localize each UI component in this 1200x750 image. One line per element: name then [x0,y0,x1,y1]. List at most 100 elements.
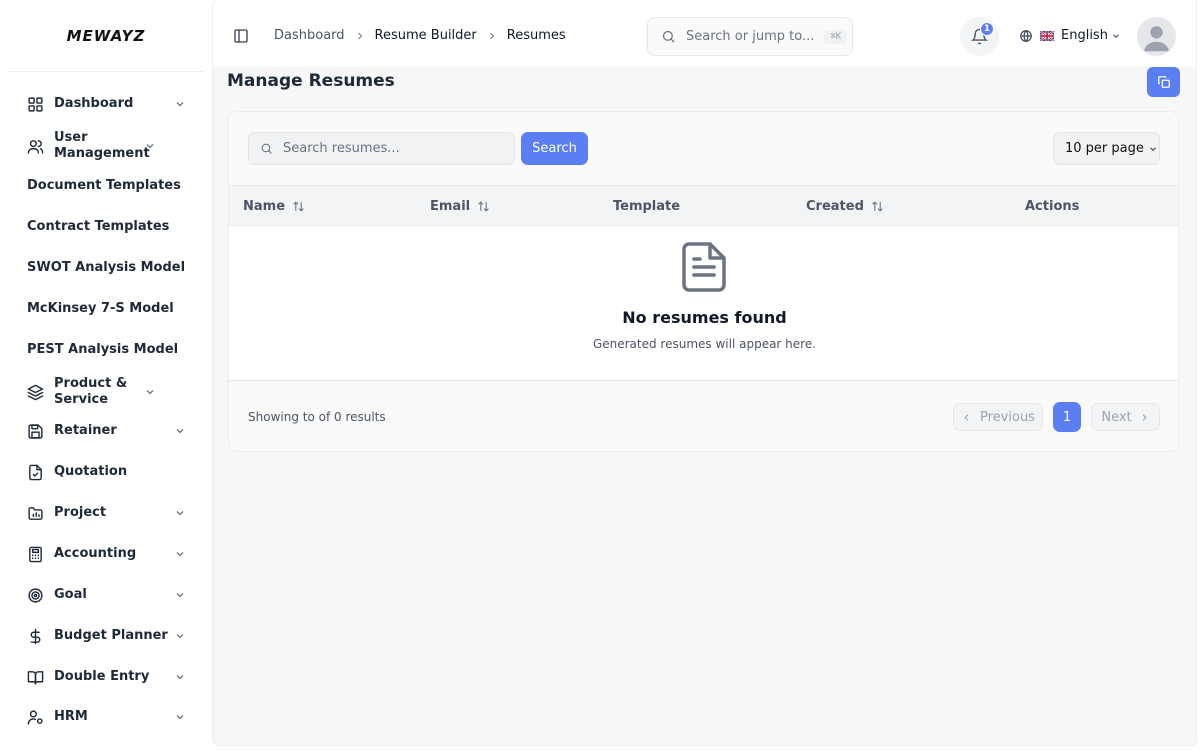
per-page-select[interactable]: 10 per page [1053,132,1160,165]
resumes-card: Search 10 per page Name Email Template C… [228,111,1179,452]
app-logo[interactable]: MEWAYZ [0,0,212,72]
sidebar-item-pest-analysis-model[interactable]: PEST Analysis Model [0,341,212,359]
chevron-down-icon [1113,33,1119,38]
chevron-down-icon [174,589,186,601]
breadcrumb-dashboard[interactable]: Dashboard [274,28,345,43]
global-search-placeholder: Search or jump to... [686,29,815,44]
sidebar-item-label: Accounting [54,546,137,561]
chevron-down-icon [174,630,186,642]
global-search[interactable]: Search or jump to... ⌘K [647,17,853,56]
copy-button[interactable] [1147,67,1180,97]
sidebar-item-label: Document Templates [27,178,181,193]
chevron-down-icon [174,507,186,519]
chevron-down-icon [1150,146,1156,151]
next-page-button[interactable]: Next [1091,403,1160,431]
uk-flag-icon [1040,30,1054,41]
sidebar-item-accounting[interactable]: Accounting [0,545,212,563]
chevron-down-icon [144,140,156,152]
calculator-icon [27,546,44,563]
sort-icon [293,201,304,212]
copy-icon [1157,76,1170,88]
sidebar-item-product-service[interactable]: Product & Service [0,372,212,412]
main-panel: Dashboard Resume Builder Resumes Search … [213,0,1196,745]
chevron-left-icon [964,413,969,421]
chevron-right-icon [1142,413,1147,421]
sidebar-item-label: SWOT Analysis Model [27,260,186,275]
sidebar-item-contract-templates[interactable]: Contract Templates [0,218,212,236]
sidebar-item-goal[interactable]: Goal [0,586,212,604]
notification-badge: 1 [980,22,994,36]
sidebar-item-hrm[interactable]: HRM [0,708,212,726]
sidebar-item-label: Dashboard [54,96,134,111]
page-title: Manage Resumes [227,71,395,91]
empty-state-subtitle: Generated resumes will appear here. [592,337,817,351]
sidebar-item-label: User Management [54,130,150,161]
chevron-down-icon [174,671,186,683]
previous-label: Previous [980,409,1035,425]
user-avatar-icon [1138,18,1175,55]
search-icon [662,30,675,43]
globe-icon [1020,29,1032,42]
breadcrumb-resume-builder[interactable]: Resume Builder [375,28,477,43]
column-label: Actions [1025,199,1080,214]
save-icon [27,423,44,440]
sidebar-item-dashboard[interactable]: Dashboard [0,95,212,113]
layers-icon [27,384,44,401]
sidebar-item-project[interactable]: Project [0,504,212,522]
sidebar-item-label: Project [54,505,107,520]
resume-search-field[interactable] [248,132,515,165]
sidebar-item-label: Double Entry [54,669,150,684]
sidebar-item-label: Goal [54,587,87,602]
notifications-button[interactable]: 1 [960,17,999,56]
chevron-down-icon [174,548,186,560]
file-check-icon [27,464,44,481]
dollar-icon [27,628,44,645]
sidebar-item-quotation[interactable]: Quotation [0,463,212,481]
sidebar-item-label: PEST Analysis Model [27,342,179,357]
column-label: Created [806,199,864,214]
book-icon [27,669,44,686]
sidebar-item-label: Contract Templates [27,219,170,234]
language-label: English [1061,28,1108,43]
sidebar-item-user-management[interactable]: User Management [0,126,212,166]
column-label: Name [243,199,286,214]
sidebar-item-document-templates[interactable]: Document Templates [0,177,212,195]
top-bar: Dashboard Resume Builder Resumes Search … [213,0,1196,67]
resume-search-input[interactable] [283,141,503,156]
empty-state-title: No resumes found [622,308,787,327]
column-email[interactable]: Email [430,199,490,214]
chevron-down-icon [174,711,186,723]
sidebar-item-budget-planner[interactable]: Budget Planner [0,627,212,645]
results-summary: Showing to of 0 results [248,410,386,424]
folder-chart-icon [27,505,44,522]
target-icon [27,587,44,604]
per-page-value: 10 per page [1065,141,1144,156]
sidebar-item-label: Quotation [54,464,128,479]
column-created[interactable]: Created [806,199,884,214]
sidebar-item-label: McKinsey 7-S Model [27,301,174,316]
sidebar-item-swot-analysis-model[interactable]: SWOT Analysis Model [0,259,212,277]
table-body: No resumes found Generated resumes will … [229,226,1178,381]
sidebar-item-mckinsey-7-s-model[interactable]: McKinsey 7-S Model [0,300,212,318]
breadcrumb-resumes: Resumes [506,28,566,43]
user-avatar[interactable] [1137,17,1176,56]
keyboard-shortcut: ⌘K [824,29,848,44]
sidebar-item-label: Product & Service [54,376,128,407]
grid-icon [27,96,44,113]
chevron-down-icon [174,425,186,437]
sidebar-item-double-entry[interactable]: Double Entry [0,668,212,686]
sidebar-toggle-icon[interactable] [233,28,249,44]
page-number-button[interactable]: 1 [1053,402,1081,432]
user-cog-icon [27,709,44,726]
language-selector[interactable]: English [1019,28,1121,43]
chevron-down-icon [174,98,186,110]
chevron-down-icon [144,386,156,398]
column-name[interactable]: Name [243,199,305,214]
sidebar-item-retainer[interactable]: Retainer [0,422,212,440]
previous-page-button[interactable]: Previous [953,403,1043,431]
column-template: Template [613,199,680,214]
sort-icon [478,201,489,212]
search-button[interactable]: Search [521,132,588,165]
sidebar-item-label: Retainer [54,423,117,438]
table-header: Name Email Template Created Actions [229,185,1178,226]
